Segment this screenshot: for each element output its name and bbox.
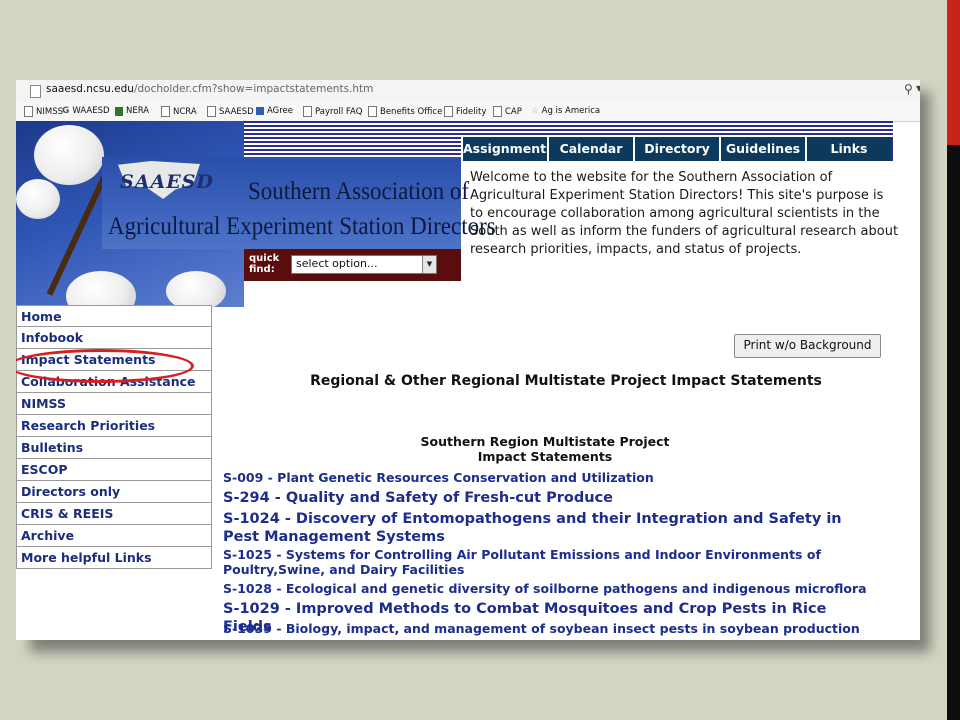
tab-guidelines[interactable]: Guidelines (719, 137, 805, 161)
page-icon (24, 106, 33, 117)
tab-assignments[interactable]: Assignments (461, 137, 554, 161)
page-icon (368, 106, 377, 117)
nav-research-priorities[interactable]: Research Priorities (16, 415, 212, 437)
logo-title-line2: Agricultural Experiment Station Director… (108, 213, 496, 240)
nav-home[interactable]: Home (16, 305, 212, 327)
project-link-s1024[interactable]: S-1024 - Discovery of Entomopathogens an… (223, 510, 873, 546)
slide-accent-bar (947, 0, 960, 145)
dropdown-icon[interactable]: ▼ (916, 84, 920, 93)
nav-collaboration-assistance[interactable]: Collaboration Assistance (16, 371, 212, 393)
bookmark-benefits-office[interactable]: Benefits Office (368, 106, 442, 117)
section-heading: Southern Region Multistate Project Impac… (420, 434, 670, 464)
bookmark-cap[interactable]: CAP (493, 106, 522, 117)
page-icon (161, 106, 170, 117)
bookmark-waaesd[interactable]: G WAAESD (62, 106, 110, 116)
quick-find: quick find: select option... ▼ (244, 249, 461, 281)
bookmark-nimss[interactable]: NIMSS (24, 106, 63, 117)
nav-nimss[interactable]: NIMSS (16, 393, 212, 415)
site-header: SAAESD Southern Association of Agricultu… (16, 121, 920, 321)
tab-stripes (461, 121, 893, 137)
cotton-boll (34, 125, 104, 185)
page-icon (207, 106, 216, 117)
nav-archive[interactable]: Archive (16, 525, 212, 547)
page-icon (493, 106, 502, 117)
project-link-s1039[interactable]: S-1039 - Biology, impact, and management… (223, 621, 873, 636)
top-tabs: Assignments Calendar Directory Guideline… (461, 137, 893, 161)
bookmark-saaesd[interactable]: SAAESD (207, 106, 254, 117)
nav-escop[interactable]: ESCOP (16, 459, 212, 481)
nav-cris-reeis[interactable]: CRIS & REEIS (16, 503, 212, 525)
print-without-background-button[interactable]: Print w/o Background (734, 334, 881, 358)
page-title: Regional & Other Regional Multistate Pro… (310, 373, 822, 389)
page-icon (444, 106, 453, 117)
left-nav: Home Infobook Impact Statements Collabor… (16, 305, 212, 569)
bookmark-payroll-faq[interactable]: Payroll FAQ (303, 106, 362, 117)
star-icon: ☆ (531, 106, 539, 116)
bookmark-fidelity[interactable]: Fidelity (444, 106, 486, 117)
search-icon[interactable]: ⚲ (904, 82, 913, 96)
bookmarks-bar: NIMSS G WAAESD NERA NCRA SAAESD AGree Pay… (16, 102, 920, 122)
chevron-down-icon[interactable]: ▼ (422, 256, 436, 273)
welcome-text: Welcome to the website for the Southern … (470, 170, 899, 257)
tab-calendar[interactable]: Calendar (547, 137, 633, 161)
nav-directors-only[interactable]: Directors only (16, 481, 212, 503)
nav-more-helpful-links[interactable]: More helpful Links (16, 547, 212, 569)
slide-side-bar (947, 145, 960, 720)
nav-impact-statements[interactable]: Impact Statements (16, 349, 212, 371)
cotton-boll (16, 179, 60, 219)
url-text[interactable]: saaesd.ncsu.edu/docholder.cfm?show=impac… (46, 83, 373, 95)
project-link-s009[interactable]: S-009 - Plant Genetic Resources Conserva… (223, 470, 873, 485)
project-link-s1025[interactable]: S-1025 - Systems for Controlling Air Pol… (223, 547, 873, 577)
agree-icon (256, 107, 264, 115)
bookmark-ag-is-america[interactable]: ☆ Ag is America (531, 106, 600, 116)
tab-directory[interactable]: Directory (633, 137, 719, 161)
project-link-s294[interactable]: S-294 - Quality and Safety of Fresh-cut … (223, 489, 873, 507)
page-icon (303, 106, 312, 117)
logo-title-line1: Southern Association of (248, 178, 470, 205)
page-icon (30, 85, 41, 98)
header-stripes (244, 121, 461, 157)
nav-bulletins[interactable]: Bulletins (16, 437, 212, 459)
google-icon: G (62, 106, 70, 116)
bookmark-ncra[interactable]: NCRA (161, 106, 197, 117)
site-logo[interactable]: SAAESD Southern Association of Agricultu… (102, 157, 496, 249)
nav-infobook[interactable]: Infobook (16, 327, 212, 349)
browser-screenshot: saaesd.ncsu.edu/docholder.cfm?show=impac… (16, 80, 920, 640)
nera-icon (115, 106, 123, 116)
quick-find-select[interactable]: select option... ▼ (291, 255, 437, 274)
address-bar[interactable]: saaesd.ncsu.edu/docholder.cfm?show=impac… (16, 80, 920, 103)
logo-abbreviation: SAAESD (120, 171, 214, 193)
quick-find-label: quick find: (249, 253, 280, 275)
bookmark-nera[interactable]: NERA (115, 106, 149, 116)
tab-links[interactable]: Links (805, 137, 891, 161)
project-link-s1028[interactable]: S-1028 - Ecological and genetic diversit… (223, 581, 873, 596)
bookmark-agree[interactable]: AGree (256, 106, 293, 116)
